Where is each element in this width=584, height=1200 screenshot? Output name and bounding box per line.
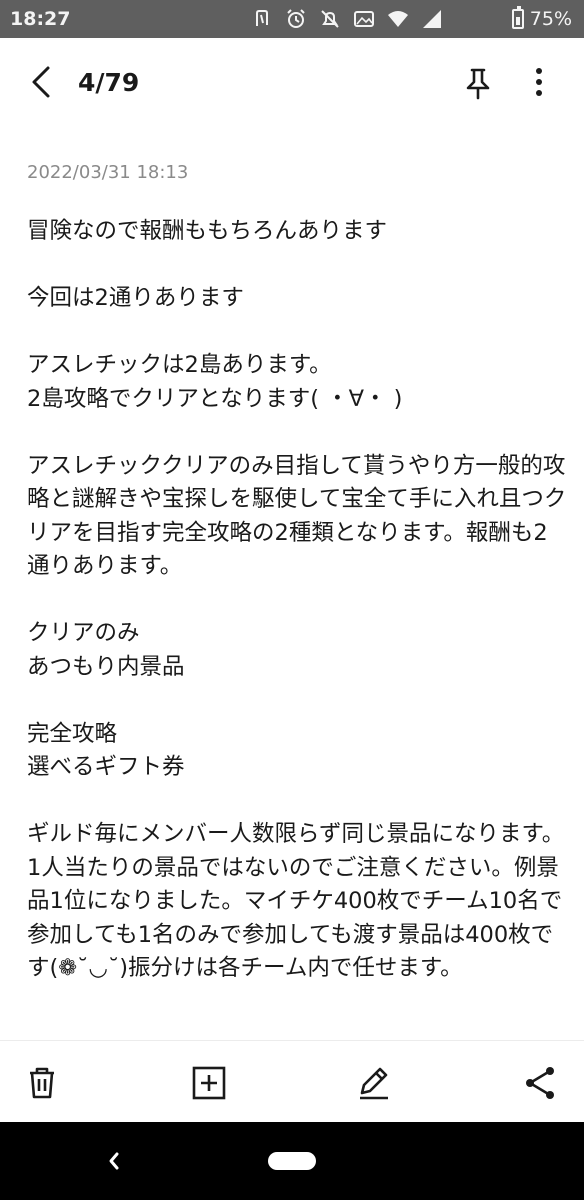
back-arrow-icon [32, 66, 50, 98]
system-nav-bar [0, 1122, 584, 1200]
battery-icon [511, 6, 524, 29]
more-options-button[interactable] [522, 62, 556, 102]
edit-icon [360, 1067, 388, 1100]
trash-icon [30, 1067, 54, 1099]
share-button[interactable] [520, 1063, 560, 1103]
signal-icon [420, 8, 444, 30]
wifi-icon [386, 8, 410, 30]
edit-button[interactable] [354, 1063, 394, 1103]
add-box-icon [192, 1066, 226, 1100]
note-body[interactable]: 冒険なので報酬ももちろんあります 今回は2通りあります アスレチックは2島ありま… [27, 215, 567, 986]
status-icons [250, 8, 444, 30]
back-button[interactable] [22, 62, 62, 102]
page-counter: 4/79 [78, 68, 140, 97]
add-button[interactable] [189, 1063, 229, 1103]
battery: 75% [511, 6, 572, 30]
bottom-toolbar [0, 1040, 584, 1123]
status-time: 18:27 [10, 8, 71, 30]
battery-percent: 75% [529, 8, 572, 30]
nav-back-icon [109, 1152, 119, 1170]
status-bar: 18:27 75% [0, 0, 584, 38]
pin-button[interactable] [458, 62, 498, 102]
bell-off-icon [318, 8, 342, 30]
photo-icon [352, 8, 376, 30]
share-icon [526, 1067, 554, 1099]
nfc-icon [250, 8, 274, 30]
nav-back-button[interactable] [100, 1146, 128, 1176]
note-header: 4/79 [0, 38, 584, 128]
pin-icon [466, 68, 490, 100]
more-vertical-icon [536, 68, 542, 96]
delete-button[interactable] [22, 1063, 62, 1103]
alarm-icon [284, 8, 308, 30]
note-timestamp: 2022/03/31 18:13 [27, 162, 189, 183]
home-pill-icon[interactable] [268, 1152, 316, 1170]
